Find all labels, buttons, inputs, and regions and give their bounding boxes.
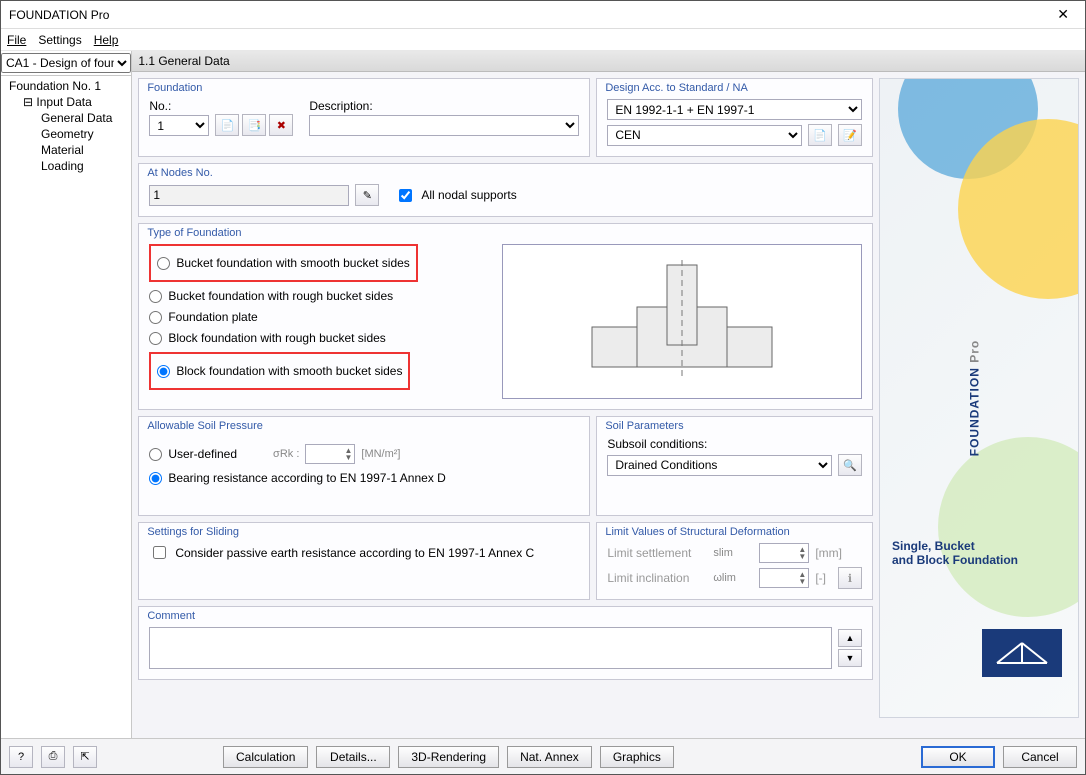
tree-root[interactable]: Foundation No. 1: [5, 78, 127, 94]
tree-material[interactable]: Material: [5, 142, 127, 158]
limit-inclination-label: Limit inclination: [607, 571, 707, 585]
standard-edit-icon[interactable]: 📝: [838, 124, 862, 146]
radio-bearing[interactable]: Bearing resistance according to EN 1997-…: [149, 471, 579, 485]
group-nodes: At Nodes No. ✎ All nodal supports: [138, 163, 873, 217]
desc-label: Description:: [309, 99, 579, 113]
radio-type-1[interactable]: Bucket foundation with rough bucket side…: [149, 289, 484, 303]
case-selector[interactable]: CA1 - Design of foundations: [1, 53, 131, 73]
calculation-button[interactable]: Calculation: [223, 746, 308, 768]
menu-help[interactable]: Help: [94, 33, 119, 47]
import-icon[interactable]: ⇱: [73, 746, 97, 768]
standard-new-icon[interactable]: 📄: [808, 124, 832, 146]
subsoil-info-icon[interactable]: 🔍: [838, 454, 862, 476]
group-soil-pressure: Allowable Soil Pressure User-defined σRk…: [138, 416, 590, 516]
tree-geometry[interactable]: Geometry: [5, 126, 127, 142]
sidebar: CA1 - Design of foundations Foundation N…: [1, 51, 132, 738]
tab-header: 1.1 General Data: [132, 51, 1085, 72]
group-limits: Limit Values of Structural Deformation L…: [596, 522, 873, 600]
radio-type-4[interactable]: Block foundation with smooth bucket side…: [157, 364, 402, 378]
wlim-input: ▲▼: [759, 568, 809, 588]
menu-settings[interactable]: Settings: [38, 33, 81, 47]
group-foundation: Foundation No.: 1 📄 📑 ✖ Description:: [138, 78, 590, 157]
group-soil-params: Soil Parameters Subsoil conditions: Drai…: [596, 416, 873, 516]
foundation-no-input[interactable]: 1: [149, 115, 209, 136]
new-icon[interactable]: 📄: [215, 114, 239, 136]
copy-icon[interactable]: 📑: [242, 114, 266, 136]
info-icon[interactable]: ℹ: [838, 567, 862, 589]
no-label: No.:: [149, 99, 209, 113]
annex-button[interactable]: Nat. Annex: [507, 746, 592, 768]
sigma-input: ▲▼: [305, 444, 355, 464]
comment-up-icon[interactable]: ▲: [838, 629, 862, 647]
brand-logo: [982, 629, 1062, 677]
nav-tree: Foundation No. 1 ⊟ Input Data General Da…: [1, 75, 131, 738]
tree-loading[interactable]: Loading: [5, 158, 127, 174]
render-button[interactable]: 3D-Rendering: [398, 746, 499, 768]
group-type-foundation: Type of Foundation Bucket foundation wit…: [138, 223, 873, 410]
graphics-button[interactable]: Graphics: [600, 746, 674, 768]
brand-text: FOUNDATION Pro: [950, 340, 987, 456]
tree-general-data[interactable]: General Data: [5, 110, 127, 126]
app-window: FOUNDATION Pro ✕ File Settings Help CA1 …: [0, 0, 1086, 775]
group-comment: Comment ▲ ▼: [138, 606, 873, 680]
comment-down-icon[interactable]: ▼: [838, 649, 862, 667]
menu-file[interactable]: File: [7, 33, 26, 47]
limit-settlement-label: Limit settlement: [607, 546, 707, 560]
cancel-button[interactable]: Cancel: [1003, 746, 1077, 768]
sliding-check[interactable]: Consider passive earth resistance accord…: [149, 543, 579, 562]
product-banner: FOUNDATION Pro Single, Bucket and Block …: [879, 78, 1079, 718]
footer: ? ⎙ ⇱ Calculation Details... 3D-Renderin…: [1, 738, 1085, 774]
main-panel: 1.1 General Data Foundation No.: 1 📄 📑 ✖: [132, 51, 1085, 738]
delete-icon[interactable]: ✖: [269, 114, 293, 136]
export-icon[interactable]: ⎙: [41, 746, 65, 768]
standard-select[interactable]: EN 1992-1-1 + EN 1997-1: [607, 99, 862, 120]
group-standard: Design Acc. to Standard / NA EN 1992-1-1…: [596, 78, 873, 157]
group-sliding: Settings for Sliding Consider passive ea…: [138, 522, 590, 600]
details-button[interactable]: Details...: [316, 746, 390, 768]
window-title: FOUNDATION Pro: [9, 8, 109, 22]
nodes-input: [149, 185, 349, 206]
ok-button[interactable]: OK: [921, 746, 995, 768]
tagline: Single, Bucket and Block Foundation: [892, 539, 1068, 567]
na-select[interactable]: CEN: [607, 125, 802, 146]
foundation-preview: [502, 244, 862, 399]
close-icon[interactable]: ✕: [1049, 6, 1077, 23]
radio-type-0[interactable]: Bucket foundation with smooth bucket sid…: [157, 256, 409, 270]
tree-input-data[interactable]: ⊟ Input Data: [5, 94, 127, 110]
description-input[interactable]: [309, 115, 579, 136]
slim-input: ▲▼: [759, 543, 809, 563]
radio-user-defined[interactable]: User-defined σRk : ▲▼ [MN/m²]: [149, 444, 579, 464]
radio-type-3[interactable]: Block foundation with rough bucket sides: [149, 331, 484, 345]
menubar: File Settings Help: [1, 29, 1085, 51]
pick-node-icon[interactable]: ✎: [355, 184, 379, 206]
subsoil-label: Subsoil conditions:: [607, 437, 707, 451]
titlebar: FOUNDATION Pro ✕: [1, 1, 1085, 29]
all-nodal-check[interactable]: All nodal supports: [395, 186, 516, 205]
subsoil-select[interactable]: Drained Conditions: [607, 455, 832, 476]
comment-input[interactable]: [149, 627, 832, 669]
help-icon[interactable]: ?: [9, 746, 33, 768]
radio-type-2[interactable]: Foundation plate: [149, 310, 484, 324]
